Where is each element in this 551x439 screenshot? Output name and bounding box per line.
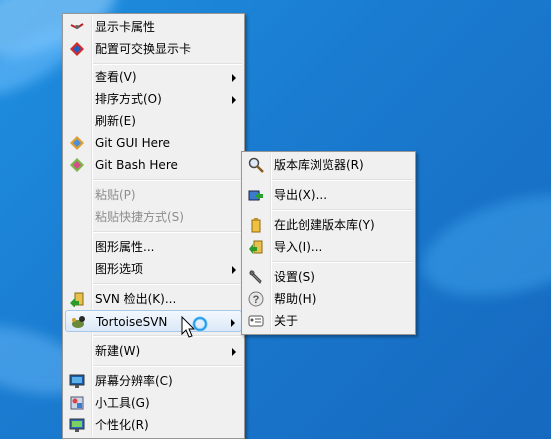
- menu-separator: [93, 365, 242, 367]
- submenu-item-label: 导入(I)...: [274, 240, 323, 254]
- export-icon: [248, 190, 263, 201]
- help-icon: ?: [248, 291, 264, 307]
- menu-item-label: Git GUI Here: [95, 136, 171, 150]
- menu-item-paste-shortcut: 粘贴快捷方式(S): [65, 206, 242, 228]
- menu-item-label: 新建(W): [95, 344, 141, 358]
- screen-resolution-icon: [69, 374, 85, 388]
- menu-item-label: Git Bash Here: [95, 158, 178, 172]
- menu-item-paste: 粘贴(P): [65, 184, 242, 206]
- mouse-cursor-icon: [181, 316, 208, 338]
- submenu-item-import[interactable]: 导入(I)...: [244, 236, 413, 258]
- gadgets-icon: [70, 396, 84, 410]
- tortoisesvn-icon: [72, 316, 85, 328]
- menu-item-label: 小工具(G): [95, 396, 150, 410]
- import-icon: [249, 240, 263, 254]
- menu-item-label: 查看(V): [95, 70, 137, 84]
- menu-item-graphics-properties[interactable]: 图形属性...: [65, 236, 242, 258]
- personalize-icon: [69, 418, 85, 432]
- submenu-item-create-repo[interactable]: 在此创建版本库(Y): [244, 214, 413, 236]
- menu-item-screen-resolution[interactable]: 屏幕分辨率(C): [65, 370, 242, 392]
- submenu-arrow-icon: [232, 74, 236, 82]
- git-bash-icon: [70, 158, 84, 172]
- submenu-item-label: 在此创建版本库(Y): [274, 218, 375, 232]
- repo-browser-icon: [248, 157, 264, 173]
- menu-item-git-gui[interactable]: Git GUI Here: [65, 132, 242, 154]
- menu-item-gadgets[interactable]: 小工具(G): [65, 392, 242, 414]
- submenu-arrow-icon: [232, 266, 236, 274]
- menu-item-label: SVN 检出(K)...: [95, 292, 177, 306]
- submenu-item-export[interactable]: 导出(X)...: [244, 184, 413, 206]
- submenu-item-help[interactable]: ? 帮助(H): [244, 288, 413, 310]
- menu-item-refresh[interactable]: 刷新(E): [65, 110, 242, 132]
- menu-separator: [272, 261, 413, 263]
- submenu-arrow-icon: [232, 96, 236, 104]
- git-gui-icon: [70, 136, 84, 150]
- menu-separator: [93, 231, 242, 233]
- submenu-item-label: 关于: [274, 314, 299, 328]
- menu-item-personalize[interactable]: 个性化(R): [65, 414, 242, 436]
- menu-item-label: 显示卡属性: [95, 20, 156, 34]
- switchable-graphics-icon: [70, 42, 84, 56]
- svg-text:?: ?: [253, 294, 260, 306]
- submenu-item-label: 设置(S): [274, 270, 315, 284]
- display-card-icon: [70, 23, 84, 30]
- menu-separator: [93, 283, 242, 285]
- menu-item-label: TortoiseSVN: [96, 315, 168, 329]
- settings-icon: [249, 270, 262, 284]
- menu-item-git-bash[interactable]: Git Bash Here: [65, 154, 242, 176]
- desktop-context-menu: 显示卡属性 配置可交换显示卡 查看(V) 排序方式(O) 刷新(E) Git G…: [62, 13, 245, 439]
- submenu-item-label: 版本库浏览器(R): [274, 158, 364, 172]
- menu-item-label: 屏幕分辨率(C): [95, 374, 173, 388]
- menu-item-label: 排序方式(O): [95, 92, 162, 106]
- menu-item-graphics-options[interactable]: 图形选项: [65, 258, 242, 280]
- menu-item-display-card-properties[interactable]: 显示卡属性: [65, 16, 242, 38]
- create-repo-icon: [251, 218, 261, 233]
- menu-separator: [272, 179, 413, 181]
- submenu-item-label: 导出(X)...: [274, 188, 328, 202]
- menu-item-label: 刷新(E): [95, 114, 136, 128]
- submenu-item-repo-browser[interactable]: 版本库浏览器(R): [244, 154, 413, 176]
- about-icon: [248, 315, 264, 327]
- tortoisesvn-submenu: 版本库浏览器(R) 导出(X)... 在此创建版本库(Y) 导入(I)... 设…: [241, 151, 416, 335]
- menu-separator: [272, 209, 413, 211]
- menu-item-label: 个性化(R): [95, 418, 149, 432]
- menu-item-switchable-graphics[interactable]: 配置可交换显示卡: [65, 38, 242, 60]
- menu-item-label: 配置可交换显示卡: [95, 42, 192, 56]
- menu-item-label: 图形选项: [95, 262, 144, 276]
- menu-item-svn-checkout[interactable]: SVN 检出(K)...: [65, 288, 242, 310]
- submenu-item-settings[interactable]: 设置(S): [244, 266, 413, 288]
- submenu-arrow-icon: [231, 319, 235, 327]
- submenu-item-about[interactable]: 关于: [244, 310, 413, 332]
- menu-item-view[interactable]: 查看(V): [65, 66, 242, 88]
- menu-separator: [93, 335, 242, 337]
- svn-checkout-icon: [70, 292, 84, 307]
- menu-item-sort-by[interactable]: 排序方式(O): [65, 88, 242, 110]
- menu-item-tortoisesvn[interactable]: TortoiseSVN: [65, 310, 242, 332]
- submenu-item-label: 帮助(H): [274, 292, 317, 306]
- submenu-arrow-icon: [232, 348, 236, 356]
- menu-item-label: 粘贴快捷方式(S): [95, 210, 184, 224]
- menu-item-label: 图形属性...: [95, 240, 155, 254]
- menu-item-new[interactable]: 新建(W): [65, 340, 242, 362]
- menu-item-label: 粘贴(P): [95, 188, 136, 202]
- menu-separator: [93, 63, 242, 65]
- menu-separator: [93, 179, 242, 181]
